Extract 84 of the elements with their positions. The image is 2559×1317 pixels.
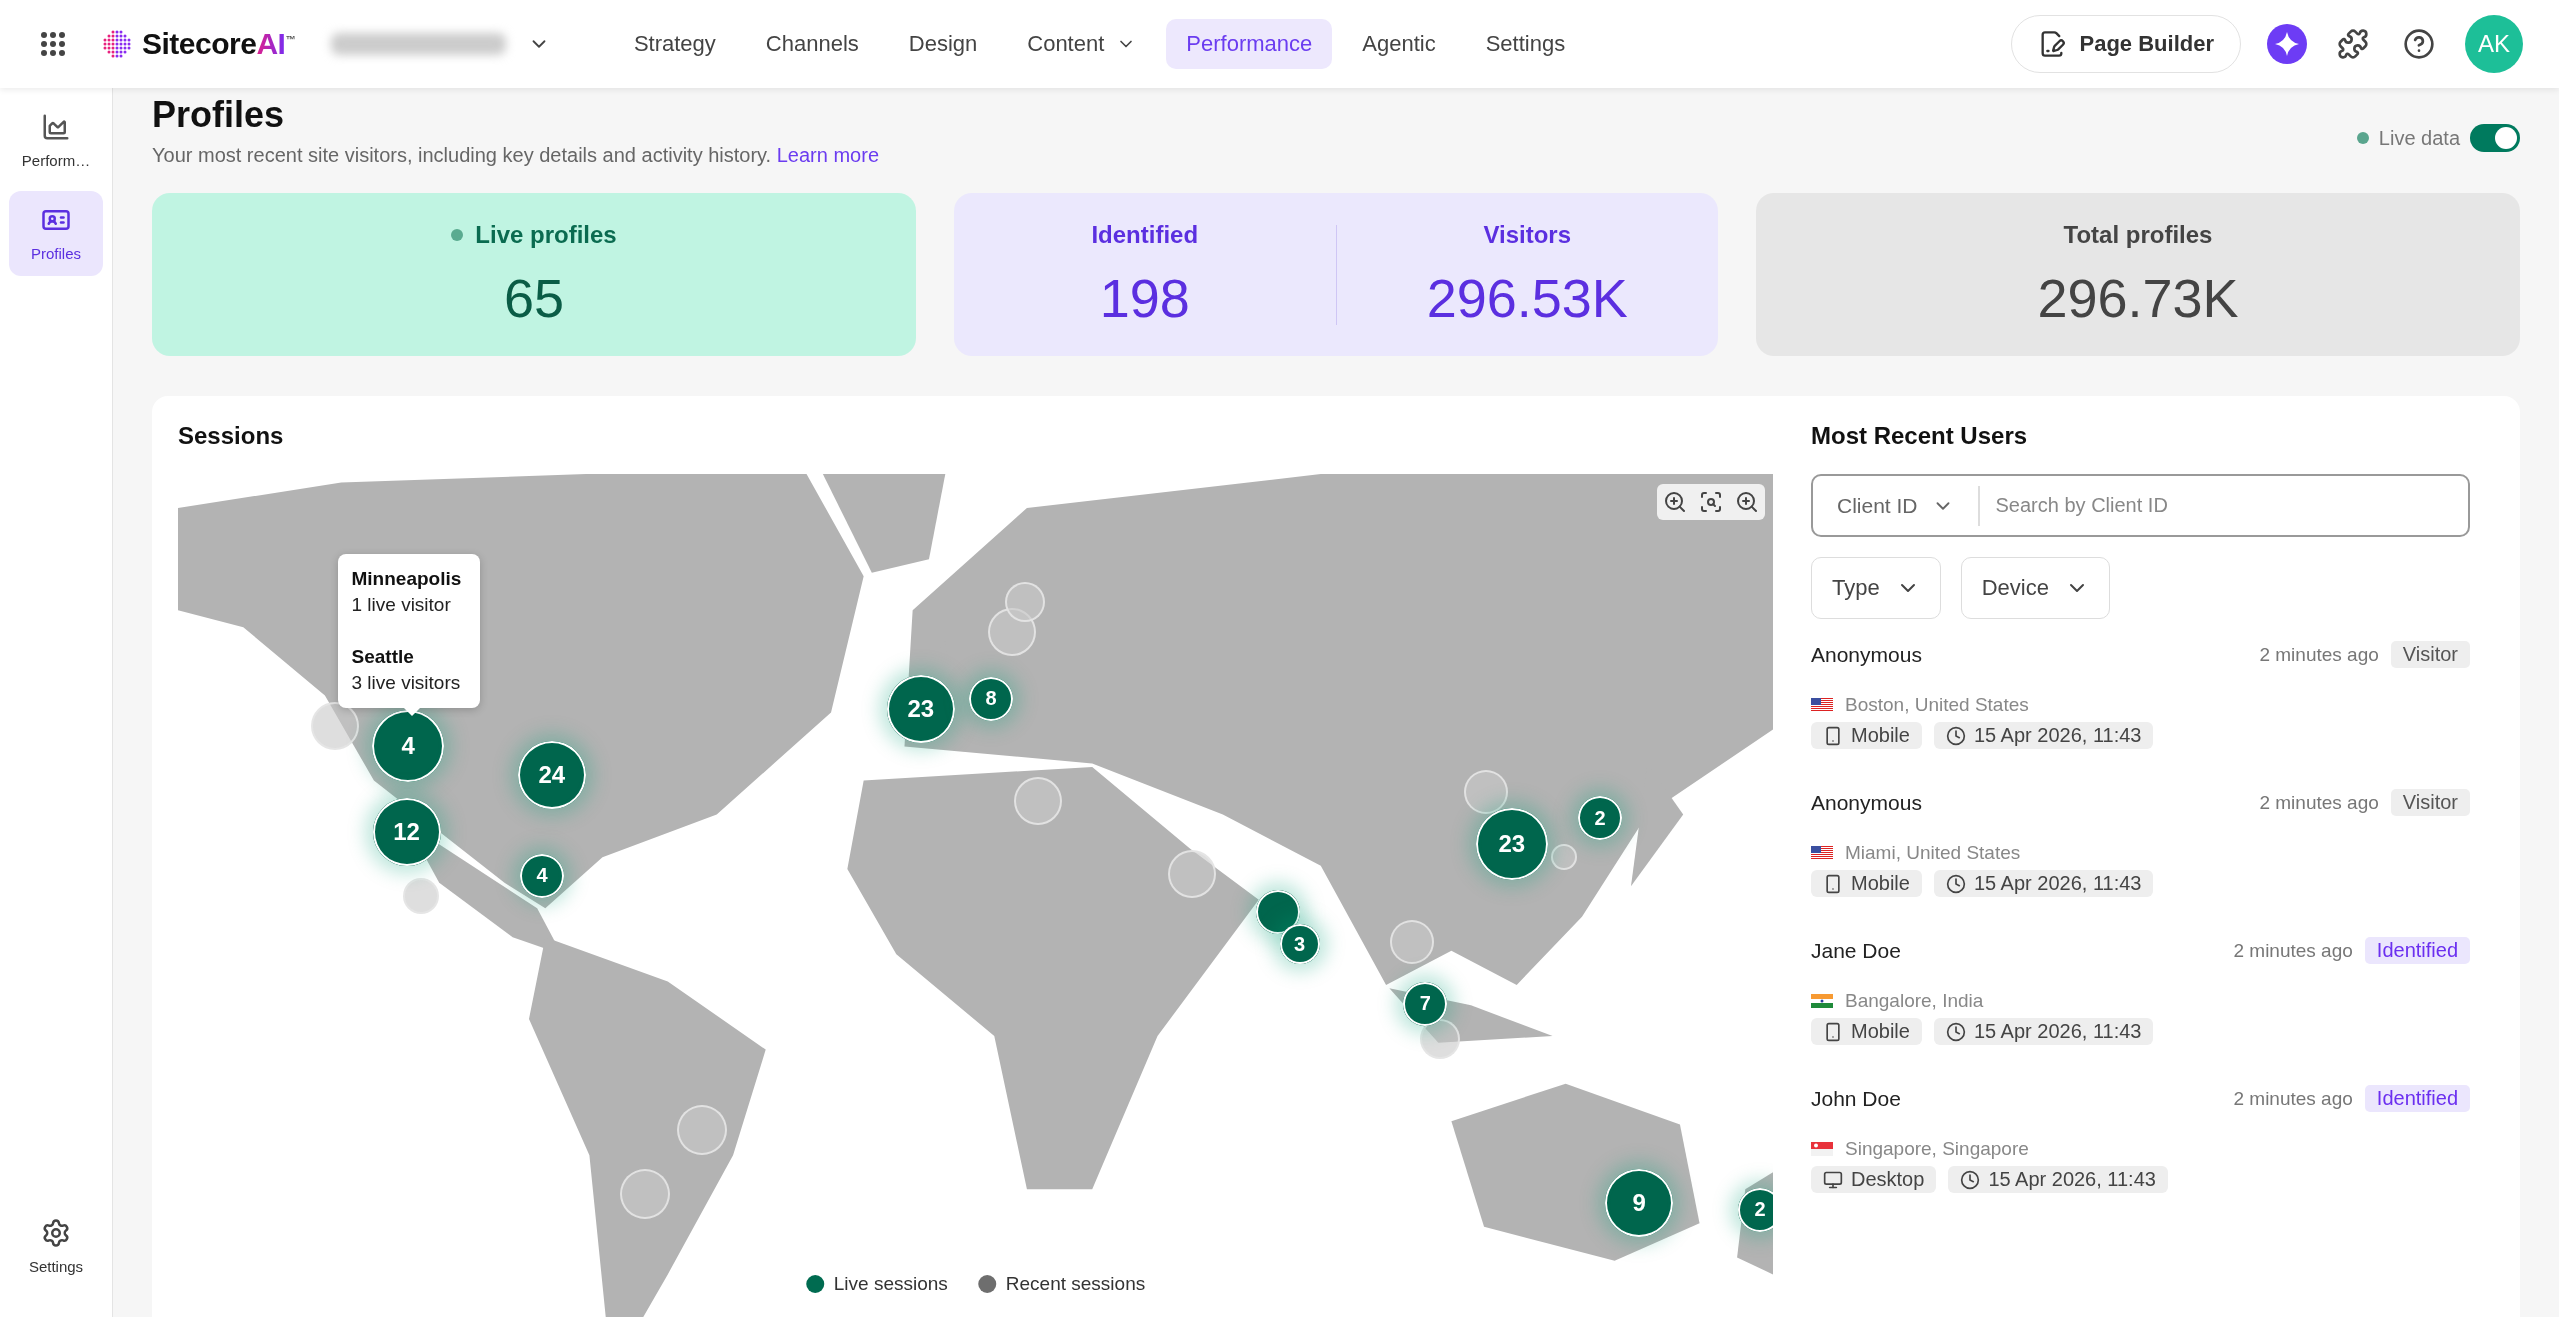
- nav-tab[interactable]: Performance: [1166, 19, 1333, 69]
- legend-label: Live sessions: [833, 1273, 948, 1295]
- tooltip-city: Seattle: [351, 646, 415, 669]
- recent-session-marker[interactable]: [1551, 844, 1578, 871]
- page-builder-button[interactable]: Page Builder: [2010, 15, 2241, 73]
- live-data-label: Live data: [2378, 126, 2460, 150]
- nav-tab[interactable]: Content: [1007, 19, 1157, 69]
- filter-dropdown[interactable]: Device: [1960, 557, 2110, 619]
- tooltip-city: Minneapolis: [351, 568, 463, 591]
- sparkle-icon[interactable]: [2267, 24, 2307, 64]
- live-data-toggle[interactable]: [2470, 124, 2520, 152]
- user-name[interactable]: Jane Doe: [1811, 938, 1901, 963]
- device-tag: Mobile: [1811, 722, 1922, 749]
- nav-tab[interactable]: Channels: [745, 19, 879, 69]
- device-tag: Desktop: [1811, 1166, 1937, 1193]
- stat-label: Visitors: [1483, 220, 1572, 249]
- live-session-marker[interactable]: 23: [886, 675, 955, 743]
- live-session-marker[interactable]: 7: [1403, 981, 1448, 1026]
- legend-label: Recent sessions: [1005, 1273, 1146, 1295]
- user-name[interactable]: Anonymous: [1811, 790, 1922, 815]
- nav-tab[interactable]: Strategy: [613, 19, 736, 69]
- live-session-marker[interactable]: [1256, 889, 1301, 934]
- user-type-tag: Identified: [2364, 1085, 2470, 1112]
- section-title: Sessions: [178, 422, 285, 448]
- live-session-marker[interactable]: 3: [1279, 924, 1320, 965]
- section-title: Most Recent Users: [1811, 422, 2029, 448]
- date-tag: 15 Apr 2026, 11:43: [1948, 1166, 2168, 1193]
- clock-icon: [1945, 1021, 1966, 1042]
- live-session-marker[interactable]: 2: [1737, 1187, 1773, 1232]
- clock-icon: [1960, 1169, 1981, 1190]
- recent-session-marker[interactable]: [988, 608, 1037, 657]
- settings-icon: [41, 1218, 71, 1248]
- time-ago: 2 minutes ago: [2259, 791, 2379, 814]
- filter-dropdown[interactable]: Type: [1811, 557, 1941, 619]
- user-type-tag: Identified: [2364, 937, 2470, 964]
- search-field[interactable]: Client ID Search by Client ID: [1811, 474, 2470, 537]
- user-type-tag: Visitor: [2390, 789, 2470, 816]
- time-ago: 2 minutes ago: [2259, 643, 2379, 666]
- stat-value: 296.53K: [1426, 266, 1628, 329]
- nav-tab[interactable]: Design: [888, 19, 998, 69]
- recent-session-marker[interactable]: [1463, 770, 1508, 815]
- recent-session-marker[interactable]: [1390, 920, 1435, 965]
- user-name[interactable]: John Doe: [1811, 1086, 1901, 1111]
- nav-tab[interactable]: Settings: [1465, 19, 1586, 69]
- user-name[interactable]: Anonymous: [1811, 642, 1922, 667]
- clock-icon: [1945, 873, 1966, 894]
- stat-value: 65: [503, 266, 565, 329]
- tooltip-count: 1 live visitor: [351, 594, 452, 617]
- stat-label: Identified: [1091, 220, 1199, 249]
- stat-value: 198: [1099, 266, 1190, 329]
- clock-icon: [1945, 725, 1966, 746]
- recent-session-marker[interactable]: [1005, 581, 1046, 622]
- live-indicator-dot: [2356, 132, 2369, 144]
- page-description: Your most recent site visitors, including key details and activity history. Learn more: [152, 144, 879, 167]
- scope-dropdown[interactable]: Client ID: [1813, 485, 1980, 526]
- date-tag: 15 Apr 2026, 11:43: [1933, 870, 2154, 897]
- date-tag: 15 Apr 2026, 11:43: [1933, 1018, 2154, 1045]
- time-ago: 2 minutes ago: [2233, 939, 2353, 962]
- world-map[interactable]: 4 12 24 4 23 8 23 2 3 7 9 2 Minneapolis 1 live visitor Seattle 3 live visitors Live sessions Recent sessions: [178, 474, 1773, 1317]
- page-title: Profiles: [152, 94, 286, 136]
- sidebar-item[interactable]: Profiles: [9, 191, 103, 276]
- stat-value: 296.73K: [2037, 266, 2239, 329]
- chart-icon: [41, 112, 71, 142]
- time-ago: 2 minutes ago: [2233, 1087, 2353, 1110]
- live-indicator-dot: [451, 228, 464, 241]
- stat-label: Total profiles: [2063, 220, 2213, 249]
- settings-item[interactable]: Settings: [9, 1204, 103, 1289]
- stat-label: Live profiles: [475, 220, 617, 249]
- nav-tab[interactable]: Agentic: [1342, 19, 1456, 69]
- user-location: Bangalore, India: [1845, 990, 1984, 1012]
- date-tag: 15 Apr 2026, 11:43: [1933, 722, 2154, 749]
- user-location: Singapore, Singapore: [1845, 1138, 2029, 1160]
- app-grid-icon[interactable]: [40, 31, 66, 57]
- live-session-marker[interactable]: 12: [372, 797, 441, 866]
- user-type-tag: Visitor: [2390, 641, 2470, 668]
- device-tag: Mobile: [1811, 870, 1922, 897]
- tooltip-count: 3 live visitors: [351, 672, 462, 695]
- product-logo: SitecoreAI$^{™}$: [142, 27, 295, 61]
- recent-session-marker[interactable]: [403, 878, 440, 915]
- learn-more-link[interactable]: Learn more: [776, 144, 879, 166]
- user-location: Boston, United States: [1845, 694, 2029, 716]
- sidebar-item[interactable]: Perform…: [9, 98, 103, 183]
- user-location: Miami, United States: [1845, 842, 2021, 864]
- device-tag: Mobile: [1811, 1018, 1922, 1045]
